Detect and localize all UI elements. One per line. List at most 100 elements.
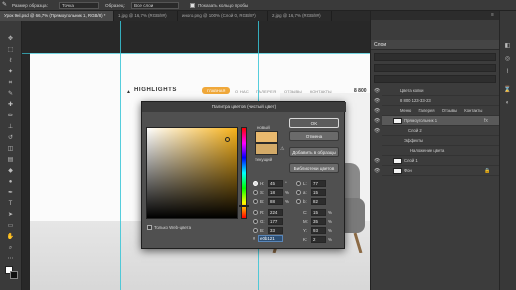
layers-panel-icon[interactable]: ◧ — [503, 42, 512, 50]
lock-options-bar[interactable] — [374, 75, 496, 83]
blur-tool-icon[interactable]: ◆ — [5, 167, 16, 175]
dialog-title: Палитра цветов (чистый цвет) — [142, 102, 346, 112]
visibility-eye-icon[interactable]: 👁 — [374, 86, 380, 96]
lab-l-input[interactable]: 77 — [311, 180, 326, 187]
hex-input[interactable]: e0b121 — [258, 235, 283, 242]
layer-name: 8 800 123-33-23 — [400, 98, 431, 103]
adjustments-panel-icon[interactable]: ◐ — [503, 99, 512, 107]
visibility-eye-icon[interactable]: 👁 — [374, 96, 380, 106]
web-only-checkbox[interactable] — [147, 225, 152, 230]
ok-button[interactable]: OK — [289, 118, 339, 128]
saturation-value-input[interactable]: 18 — [268, 189, 283, 196]
background-color-swatch[interactable] — [10, 271, 18, 279]
add-to-swatches-button[interactable]: Добавить в образцы — [289, 147, 339, 157]
new-color-swatch — [255, 131, 278, 143]
hand-tool-icon[interactable]: ✋ — [5, 233, 16, 241]
visibility-eye-icon[interactable]: 👁 — [374, 106, 380, 116]
layer-name: Прямоугольник 1 — [404, 118, 438, 123]
magenta-input[interactable]: 35 — [311, 218, 326, 225]
tab-document-2[interactable]: 1.jpg @ 16,7% (RGB/8#) — [114, 11, 178, 21]
lasso-tool-icon[interactable]: ℓ — [5, 57, 16, 65]
gradient-tool-icon[interactable]: ▤ — [5, 156, 16, 164]
red-value-input[interactable]: 224 — [268, 209, 283, 216]
brightness-radio[interactable] — [253, 199, 258, 204]
menu-layer-row[interactable]: Меню Галерея Отзывы Контакты — [382, 106, 499, 116]
zoom-tool-icon[interactable]: ⌕ — [5, 244, 16, 252]
red-radio[interactable] — [253, 210, 258, 215]
path-select-icon[interactable]: ➤ — [5, 211, 16, 219]
saturation-radio[interactable] — [253, 190, 258, 195]
tools-panel: ✥ ⬚ ℓ ✦ ⌗ ✎ ✚ ✏ ⊥ ↺ ◫ ▤ ◆ ● ✒ T ➤ ▭ ✋ ⌕ … — [0, 21, 22, 290]
color-field[interactable] — [146, 127, 238, 219]
pen-tool-icon[interactable]: ✒ — [5, 189, 16, 197]
blue-value-input[interactable]: 33 — [268, 227, 283, 234]
site-logo: HIGHLIGHTS — [134, 87, 177, 93]
fx-icon[interactable]: fx — [484, 116, 488, 126]
panel-header: ≡ — [371, 11, 516, 20]
sample-size-select[interactable]: Точка — [59, 2, 99, 9]
lab-a-input[interactable]: 15 — [311, 189, 326, 196]
brush-tool-icon[interactable]: ✏ — [5, 112, 16, 120]
guide-line[interactable] — [120, 21, 121, 290]
blend-mode-select[interactable] — [374, 64, 496, 72]
lab-b-input[interactable]: 82 — [311, 198, 326, 205]
brightness-value-input[interactable]: 88 — [268, 198, 283, 205]
visibility-eye-icon[interactable]: 👁 — [374, 156, 380, 166]
show-ring-checkbox[interactable] — [190, 3, 195, 8]
eyedropper-tool-icon[interactable]: ✎ — [5, 90, 16, 98]
lab-l-radio[interactable] — [296, 181, 301, 186]
guide-line[interactable] — [22, 53, 370, 54]
tab-document-1[interactable]: Урок 9нl.psd @ 66,7% (Прямоугольник 1, R… — [0, 11, 114, 21]
cancel-button[interactable]: Отмена — [289, 131, 339, 141]
quick-select-tool-icon[interactable]: ✦ — [5, 68, 16, 76]
paths-panel-icon[interactable]: ⌇ — [503, 68, 512, 76]
type-tool-icon[interactable]: T — [5, 200, 16, 208]
current-color-swatch[interactable] — [255, 143, 278, 155]
layer-row[interactable]: 8 800 123-33-23 — [382, 96, 499, 106]
brightness-unit: % — [285, 199, 289, 204]
tab-document-4[interactable]: 2.jpg @ 16,7% (RGB/8#) — [268, 11, 332, 21]
eraser-tool-icon[interactable]: ◫ — [5, 145, 16, 153]
shape-tool-icon[interactable]: ▭ — [5, 222, 16, 230]
history-brush-icon[interactable]: ↺ — [5, 134, 16, 142]
hue-slider-handle[interactable] — [239, 205, 249, 207]
black-input[interactable]: 2 — [311, 236, 326, 243]
cyan-input[interactable]: 15 — [311, 209, 326, 216]
dodge-tool-icon[interactable]: ● — [5, 178, 16, 186]
healing-tool-icon[interactable]: ✚ — [5, 101, 16, 109]
color-field-marker[interactable] — [225, 137, 230, 142]
color-libraries-button[interactable]: Библиотеки цветов — [289, 163, 339, 173]
layer-filter-bar[interactable] — [374, 53, 496, 61]
panel-menu-icon[interactable]: ≡ — [491, 12, 494, 18]
lab-b-radio[interactable] — [296, 199, 301, 204]
green-radio[interactable] — [253, 219, 258, 224]
layer-row[interactable]: Слой 1 — [382, 156, 499, 166]
lab-a-radio[interactable] — [296, 190, 301, 195]
hue-value-input[interactable]: 45 — [268, 180, 283, 187]
visibility-eye-icon[interactable]: 👁 — [374, 116, 380, 126]
more-tools-icon[interactable]: ⋯ — [5, 255, 16, 263]
effect-row[interactable]: Наложение цвета — [382, 146, 499, 156]
crop-tool-icon[interactable]: ⌗ — [5, 79, 16, 87]
yellow-input[interactable]: 93 — [311, 227, 326, 234]
eyedropper-icon[interactable]: ✎ — [2, 0, 7, 11]
tab-document-3[interactable]: иного.png @ 100% (Слой 0, RGB/8*) — [178, 11, 268, 21]
history-panel-icon[interactable]: ⌛ — [503, 86, 512, 94]
background-layer-row[interactable]: Фон — [382, 166, 499, 176]
sample-select[interactable]: Все слои — [131, 2, 179, 9]
stamp-tool-icon[interactable]: ⊥ — [5, 123, 16, 131]
out-of-gamut-icon[interactable]: ⚠ — [280, 146, 284, 152]
green-value-input[interactable]: 177 — [268, 218, 283, 225]
effects-row[interactable]: Эффекты — [382, 136, 499, 146]
visibility-eye-icon[interactable]: 👁 — [374, 166, 380, 176]
visibility-eye-icon[interactable]: 👁 — [374, 126, 380, 136]
layer-group-row[interactable]: Цвета копки — [382, 86, 499, 96]
move-tool-icon[interactable]: ✥ — [5, 35, 16, 43]
layer-row[interactable]: Слой 2 — [382, 126, 499, 136]
channels-panel-icon[interactable]: ◎ — [503, 55, 512, 63]
magenta-unit: % — [328, 219, 332, 224]
layer-row-selected[interactable]: Прямоугольник 1 — [382, 116, 499, 126]
hue-radio[interactable] — [253, 181, 258, 186]
blue-radio[interactable] — [253, 228, 258, 233]
marquee-tool-icon[interactable]: ⬚ — [5, 46, 16, 54]
